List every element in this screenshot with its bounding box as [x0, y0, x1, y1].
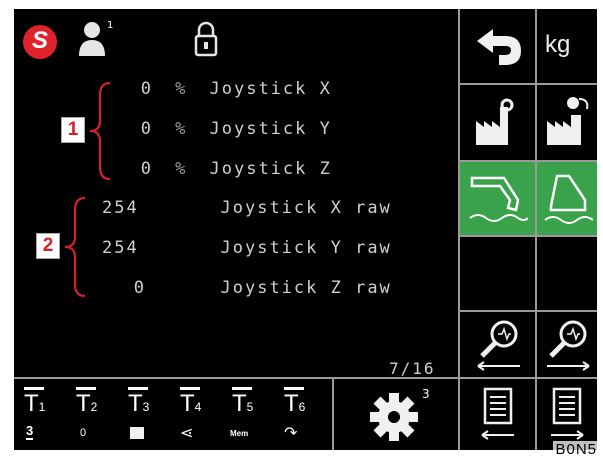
list-next-button[interactable]	[537, 379, 597, 450]
reading-value: 254	[102, 198, 139, 218]
settings-button[interactable]: 3	[334, 379, 458, 450]
back-arrow-icon	[477, 29, 521, 65]
factory-reset-button[interactable]	[537, 85, 597, 160]
reading-unit: %	[175, 159, 188, 179]
tool-4-label: T4	[180, 387, 201, 418]
gear-icon	[370, 393, 418, 441]
reading-value: 0	[140, 159, 153, 179]
magnifier-right-icon	[547, 320, 590, 371]
back-button[interactable]	[460, 9, 535, 83]
watermark: B0N5	[553, 441, 599, 458]
boom-icon	[469, 176, 528, 222]
annotation-brace-1	[89, 81, 111, 181]
unit-button[interactable]: kg	[537, 9, 597, 83]
user-icon[interactable]: 1	[77, 20, 113, 60]
magnifier-left-icon	[477, 320, 520, 371]
tool-2-button[interactable]: T2 0	[72, 385, 118, 447]
tool-2-sub: 0	[80, 427, 87, 439]
zoom-scroll-right-button[interactable]	[537, 312, 597, 377]
tool-3-button[interactable]: T3	[124, 385, 170, 447]
annotation-marker-1: 1	[61, 117, 85, 143]
tool-3-label: T3	[128, 387, 149, 418]
terminal-screen: S 1 1 0 % Joystick X 0 % Joystick Y 0 % …	[14, 9, 597, 450]
reading-label: Joystick Z raw	[220, 278, 392, 298]
reading-unit: %	[175, 119, 188, 139]
tool-1-label: T1	[24, 387, 45, 418]
annotation-marker-2: 2	[36, 233, 60, 259]
reading-label: Joystick Y raw	[220, 238, 392, 258]
reading-value: 254	[102, 238, 139, 258]
divider-side-3	[458, 235, 597, 237]
tool-5-button[interactable]: T5 Mem	[228, 385, 274, 447]
factory-reset-icon	[547, 97, 589, 145]
lock-icon[interactable]	[194, 21, 218, 61]
brand-logo: S	[23, 25, 57, 59]
user-level-badge: 1	[107, 20, 114, 31]
list-left-icon	[481, 387, 514, 440]
reading-row: 0 Joystick Z raw	[102, 278, 392, 298]
reading-label: Joystick X raw	[220, 198, 392, 218]
reading-label: Joystick X	[209, 79, 332, 99]
list-right-icon	[551, 387, 584, 440]
reading-unit: %	[175, 79, 188, 99]
tool-6-label: T6	[284, 387, 305, 418]
reading-value: 0	[140, 119, 153, 139]
tool-5-sub: Mem	[230, 429, 249, 438]
tool-5-label: T5	[232, 387, 253, 418]
brand-logo-letter: S	[31, 27, 48, 54]
reading-row: 254 Joystick Y raw	[102, 238, 392, 258]
weight-icon	[130, 427, 144, 439]
bucket-mode-button[interactable]	[537, 162, 597, 235]
tool-4-button[interactable]: T4 ⋖	[176, 385, 222, 447]
reading-row: 0 % Joystick X	[129, 79, 332, 99]
reading-row: 0 % Joystick Z	[129, 159, 332, 179]
tool-2-label: T2	[76, 387, 97, 418]
reading-row: 0 % Joystick Y	[129, 119, 332, 139]
annotation-brace-2	[64, 196, 86, 298]
page-indicator: 7/16	[389, 359, 436, 378]
factory-settings-icon	[476, 98, 514, 145]
boom-mode-button[interactable]	[460, 162, 535, 235]
zoom-scroll-left-button[interactable]	[460, 312, 535, 377]
tool-1-button[interactable]: T1 3	[20, 385, 66, 447]
reading-label: Joystick Z	[209, 159, 332, 179]
hook-tool-icon: ↷	[284, 425, 298, 442]
reading-row: 254 Joystick X raw	[102, 198, 392, 218]
reading-value: 0	[133, 278, 146, 298]
settings-level-badge: 3	[422, 387, 430, 401]
reading-label: Joystick Y	[209, 119, 332, 139]
bucket-icon	[544, 174, 593, 224]
tool-1-sub: 3	[26, 423, 34, 440]
list-previous-button[interactable]	[460, 379, 535, 450]
bucket-tool-icon: ⋖	[180, 425, 194, 442]
unit-label: kg	[545, 31, 571, 58]
tool-6-button[interactable]: T6 ↷	[280, 385, 326, 447]
reading-value: 0	[140, 79, 153, 99]
factory-settings-button[interactable]	[460, 85, 535, 160]
